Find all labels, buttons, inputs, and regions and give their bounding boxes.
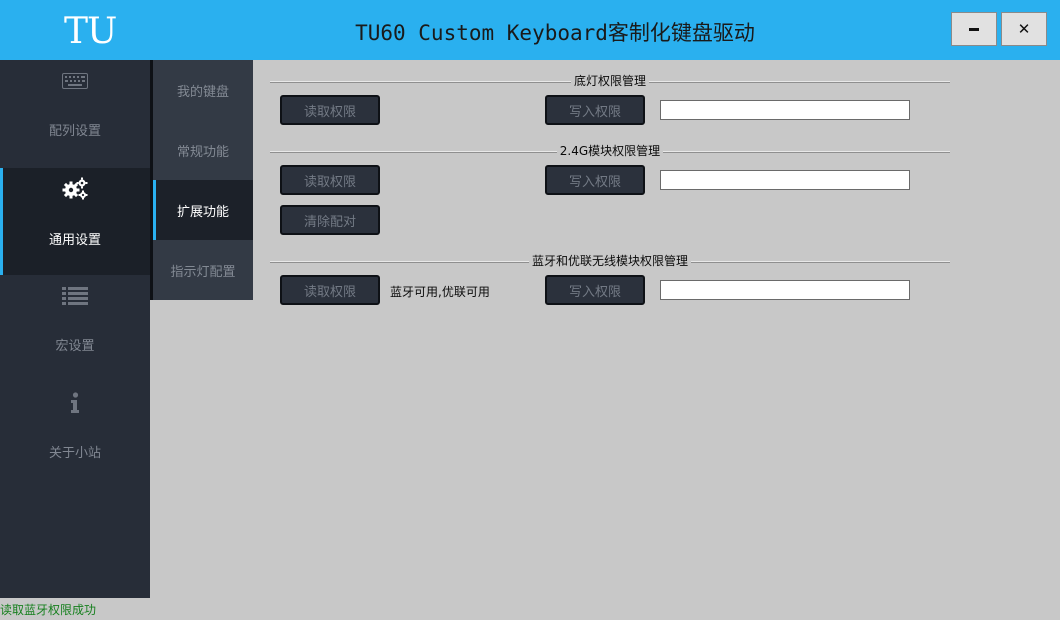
- window-title: TU60 Custom Keyboard客制化键盘驱动: [355, 21, 755, 45]
- keyboard-icon: [0, 70, 150, 92]
- close-button[interactable]: ✕: [1001, 12, 1047, 46]
- list-icon: [0, 285, 150, 307]
- main-sidebar: 配列设置 通用设置 宏设置 关于小站: [0, 60, 150, 598]
- gears-icon: [0, 177, 150, 200]
- sidebar-item-label: 关于小站: [48, 446, 101, 461]
- bluetooth-value-input[interactable]: [660, 280, 910, 300]
- minimize-button[interactable]: [951, 12, 997, 46]
- info-icon: [0, 392, 150, 414]
- section-title-text: 蓝牙和优联无线模块权限管理: [528, 254, 691, 268]
- subnav-item-label: 指示灯配置: [170, 264, 236, 280]
- bluetooth-availability-text: 蓝牙可用,优联可用: [390, 285, 490, 299]
- backlight-value-input[interactable]: [660, 100, 910, 120]
- status-message: 读取蓝牙权限成功: [0, 603, 97, 617]
- section-title-text: 底灯权限管理: [570, 74, 649, 88]
- subnav-item-label: 扩展功能: [176, 204, 229, 220]
- clear-pairing-button[interactable]: 清除配对: [280, 205, 380, 235]
- bluetooth-write-button[interactable]: 写入权限: [545, 275, 645, 305]
- sidebar-item-label: 配列设置: [48, 124, 101, 139]
- sidebar-item-layout[interactable]: 配列设置: [0, 60, 150, 167]
- sidebar-item-about[interactable]: 关于小站: [0, 382, 150, 489]
- wireless24-value-input[interactable]: [660, 170, 910, 190]
- backlight-write-button[interactable]: 写入权限: [545, 95, 645, 125]
- status-bar: 读取蓝牙权限成功: [0, 598, 1060, 620]
- sub-navigation: 我的键盘 常规功能 扩展功能 指示灯配置: [150, 60, 253, 300]
- sidebar-item-general[interactable]: 通用设置: [0, 168, 150, 275]
- section-title-backlight: 底灯权限管理: [270, 73, 950, 89]
- minimize-icon: [969, 27, 979, 31]
- subnav-item-my-keyboard[interactable]: 我的键盘: [153, 60, 253, 120]
- section-title-bluetooth: 蓝牙和优联无线模块权限管理: [270, 253, 950, 269]
- sidebar-item-label: 宏设置: [55, 339, 95, 354]
- subnav-item-label: 我的键盘: [176, 84, 229, 100]
- section-title-2-4g: 2.4G模块权限管理: [270, 143, 950, 159]
- backlight-read-button[interactable]: 读取权限: [280, 95, 380, 125]
- subnav-item-general-functions[interactable]: 常规功能: [153, 120, 253, 180]
- subnav-item-label: 常规功能: [176, 144, 229, 160]
- subnav-item-indicator-config[interactable]: 指示灯配置: [153, 240, 253, 300]
- section-title-text: 2.4G模块权限管理: [556, 144, 664, 158]
- bluetooth-read-button[interactable]: 读取权限: [280, 275, 380, 305]
- sidebar-item-macro[interactable]: 宏设置: [0, 275, 150, 382]
- subnav-item-extended-functions[interactable]: 扩展功能: [153, 180, 253, 240]
- sidebar-item-label: 通用设置: [48, 233, 101, 248]
- close-icon: ✕: [1017, 19, 1031, 38]
- wireless24-write-button[interactable]: 写入权限: [545, 165, 645, 195]
- wireless24-read-button[interactable]: 读取权限: [280, 165, 380, 195]
- title-bar: TU TU60 Custom Keyboard客制化键盘驱动 ✕: [0, 0, 1060, 60]
